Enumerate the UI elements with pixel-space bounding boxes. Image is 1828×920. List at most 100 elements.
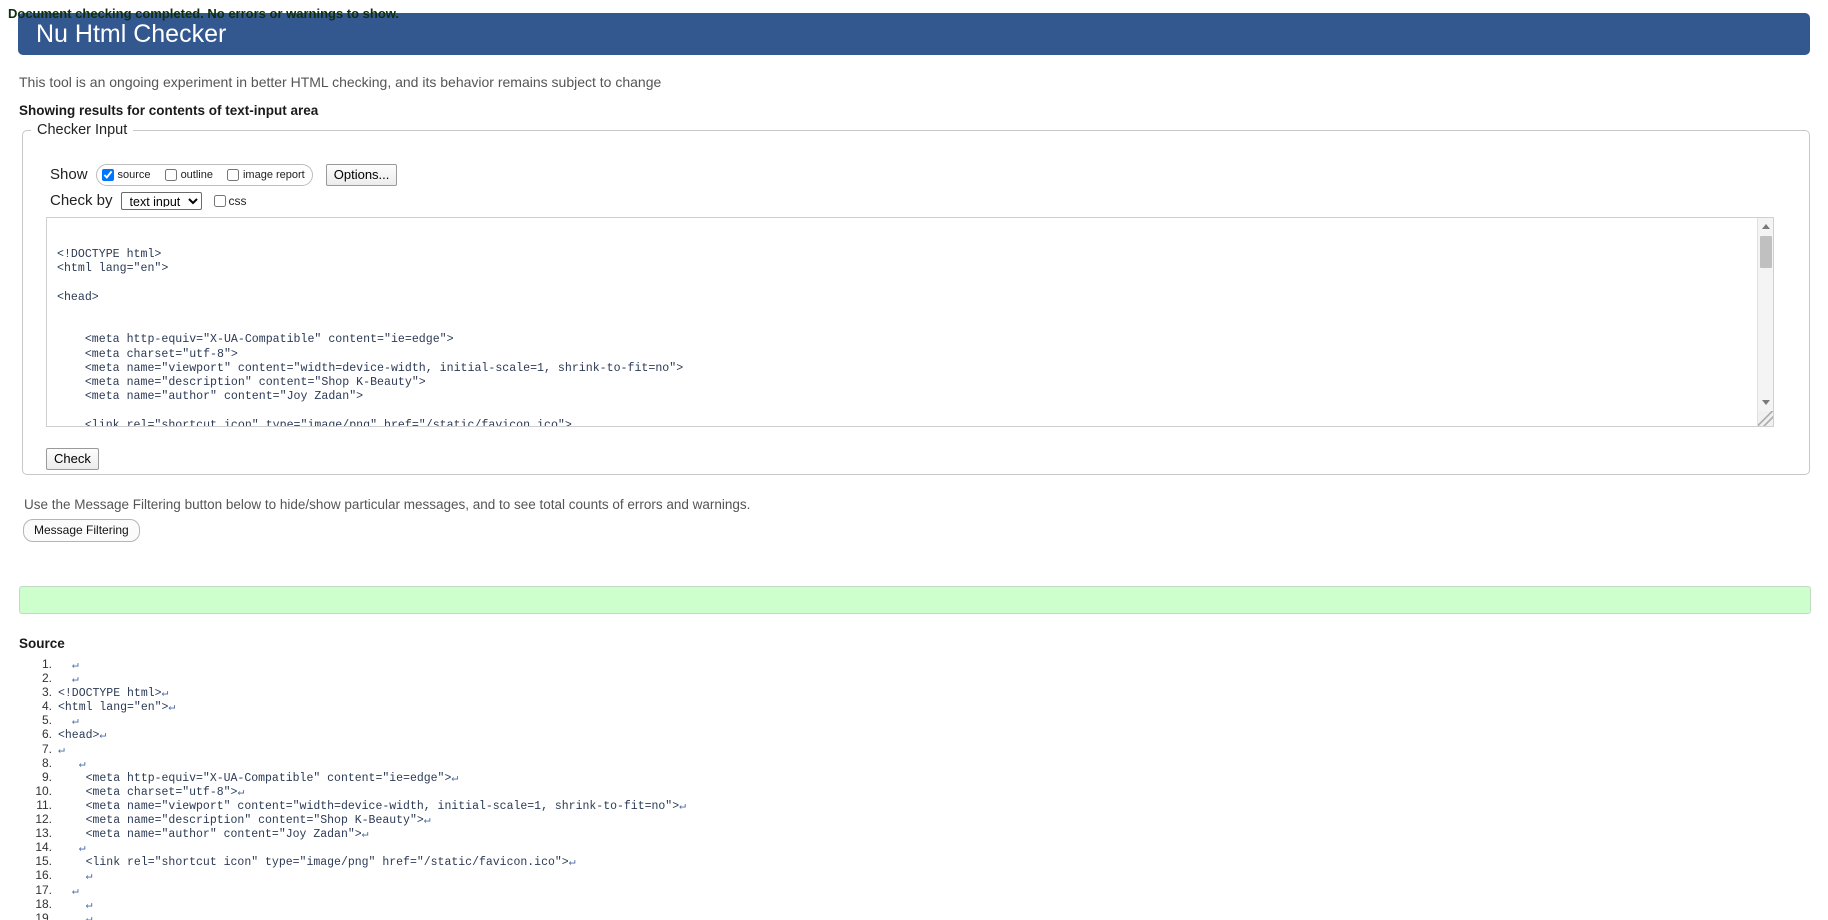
source-line-code: ↵: [52, 744, 65, 757]
source-line: 3. <!DOCTYPE html>↵: [20, 685, 1810, 701]
carriage-return-icon: ↵: [71, 673, 79, 687]
carriage-return-icon: ↵: [568, 856, 576, 870]
source-line: 16. ↵: [20, 868, 1810, 884]
source-line: 9. <meta http-equiv="X-UA-Compatible" co…: [20, 769, 1810, 785]
page-root: Nu Html Checker This tool is an ongoing …: [0, 0, 1828, 920]
source-textarea-wrapper[interactable]: <!DOCTYPE html> <html lang="en"> <head> …: [46, 217, 1774, 427]
css-checkbox[interactable]: [213, 195, 226, 207]
carriage-return-icon: ↵: [161, 687, 169, 701]
show-option-outline[interactable]: outline: [164, 168, 213, 181]
carriage-return-icon: ↵: [71, 715, 79, 729]
source-line-code: <meta name="description" content="Shop K…: [58, 814, 431, 828]
check-by-select[interactable]: text input: [120, 192, 202, 210]
source-line-code: <!DOCTYPE html>↵: [58, 687, 169, 701]
source-line-code: ↵: [52, 842, 86, 855]
source-line-number: 16.: [35, 868, 52, 883]
show-source-label: source: [117, 168, 151, 181]
show-image-report-checkbox[interactable]: [226, 168, 239, 181]
source-line-code: ↵: [52, 659, 79, 672]
source-line-number: 4.: [41, 699, 52, 714]
source-line-number: 6.: [41, 727, 52, 742]
carriage-return-icon: ↵: [237, 785, 245, 799]
result-banner-text: Document checking completed. No errors o…: [8, 6, 400, 21]
check-by-row: Check by text input css: [50, 191, 247, 211]
page-title: Nu Html Checker: [36, 20, 227, 48]
source-line-number: 9.: [41, 769, 52, 784]
check-by-label: Check by: [50, 192, 113, 209]
source-line-code: ↵: [52, 899, 93, 912]
source-line: 2. ↵: [20, 671, 1810, 687]
source-line: 5. ↵: [20, 713, 1810, 729]
source-line-code: <meta name="author" content="Joy Zadan">…: [58, 828, 369, 842]
css-label: css: [228, 194, 247, 208]
show-options-group: source outline image report: [95, 164, 313, 186]
source-line-number: 1.: [41, 658, 52, 671]
source-line-number: 8.: [41, 755, 52, 770]
source-line-code: <html lang="en">↵: [58, 701, 176, 715]
source-line: 14. ↵: [20, 840, 1810, 856]
source-line-code: <meta http-equiv="X-UA-Compatible" conte…: [58, 771, 459, 785]
show-outline-checkbox[interactable]: [164, 168, 177, 181]
source-line-number: 18.: [35, 896, 52, 911]
show-option-source[interactable]: source: [101, 168, 151, 181]
source-line: 1. ↵: [20, 658, 1810, 672]
source-line-number: 12.: [35, 812, 52, 827]
show-image-report-label: image report: [242, 168, 305, 181]
carriage-return-icon: ↵: [85, 870, 93, 884]
source-line-code: ↵: [52, 870, 93, 883]
message-filtering-note: Use the Message Filtering button below t…: [24, 497, 751, 512]
carriage-return-icon: ↵: [361, 828, 369, 842]
results-heading: Showing results for contents of text-inp…: [19, 103, 319, 118]
scrollbar-thumb[interactable]: [1760, 236, 1772, 268]
source-section-title: Source: [19, 636, 65, 651]
source-line-number: 7.: [41, 741, 52, 756]
carriage-return-icon: ↵: [71, 659, 79, 672]
source-line-number: 17.: [35, 882, 52, 897]
source-line-number: 3.: [41, 685, 52, 700]
message-filtering-button[interactable]: Message Filtering: [23, 519, 140, 542]
carriage-return-icon: ↵: [78, 757, 86, 771]
source-line-number: 11.: [36, 797, 52, 812]
show-source-checkbox[interactable]: [101, 168, 114, 181]
source-line-number: 14.: [35, 840, 52, 855]
scroll-up-arrow-icon[interactable]: [1758, 219, 1773, 234]
source-line-code: <meta name="viewport" content="width=dev…: [58, 799, 687, 813]
source-line-code: ↵: [52, 758, 86, 771]
options-button[interactable]: Options...: [325, 164, 398, 186]
carriage-return-icon: ↵: [423, 814, 431, 828]
source-line: 11. <meta name="viewport" content="width…: [20, 797, 1810, 813]
source-line: 15. <link rel="shortcut icon" type="imag…: [20, 854, 1810, 870]
source-line: 8. ↵: [20, 755, 1810, 771]
carriage-return-icon: ↵: [71, 884, 79, 898]
css-checkbox-wrapper[interactable]: css: [213, 194, 247, 208]
source-line-code: ↵: [52, 885, 79, 898]
carriage-return-icon: ↵: [99, 729, 107, 743]
textarea-resize-grip-icon[interactable]: [1758, 411, 1773, 426]
source-line-number: 15.: [35, 854, 52, 869]
intro-description: This tool is an ongoing experiment in be…: [19, 74, 662, 90]
show-outline-label: outline: [180, 168, 213, 181]
check-button[interactable]: Check: [46, 448, 99, 470]
scroll-down-arrow-icon[interactable]: [1758, 395, 1773, 410]
source-line-code: <head>↵: [58, 729, 107, 743]
checker-input-legend: Checker Input: [31, 122, 134, 138]
source-line-number: 5.: [41, 713, 52, 728]
carriage-return-icon: ↵: [58, 743, 65, 757]
source-line: 10. <meta charset="utf-8">↵: [20, 783, 1810, 799]
source-line: 18. ↵: [20, 896, 1810, 912]
source-line: 6. <head>↵: [20, 727, 1810, 743]
source-line-code: ↵: [52, 715, 79, 728]
source-line: 17. ↵: [20, 882, 1810, 898]
carriage-return-icon: ↵: [78, 842, 86, 856]
carriage-return-icon: ↵: [451, 771, 459, 785]
carriage-return-icon: ↵: [679, 799, 687, 813]
textarea-scrollbar[interactable]: [1757, 218, 1773, 426]
result-banner: [19, 586, 1811, 614]
source-textarea[interactable]: <!DOCTYPE html> <html lang="en"> <head> …: [47, 218, 1757, 426]
carriage-return-icon: ↵: [168, 701, 176, 715]
source-line: 13. <meta name="author" content="Joy Zad…: [20, 827, 1810, 842]
source-line: 7. ↵: [20, 741, 1810, 757]
show-option-image-report[interactable]: image report: [226, 168, 305, 181]
source-line-number: 10.: [35, 783, 52, 798]
source-line-list: 1. ↵ 2. ↵ 3. <!DOCTYPE html>↵ 4. <html lang="…: [20, 658, 1810, 920]
